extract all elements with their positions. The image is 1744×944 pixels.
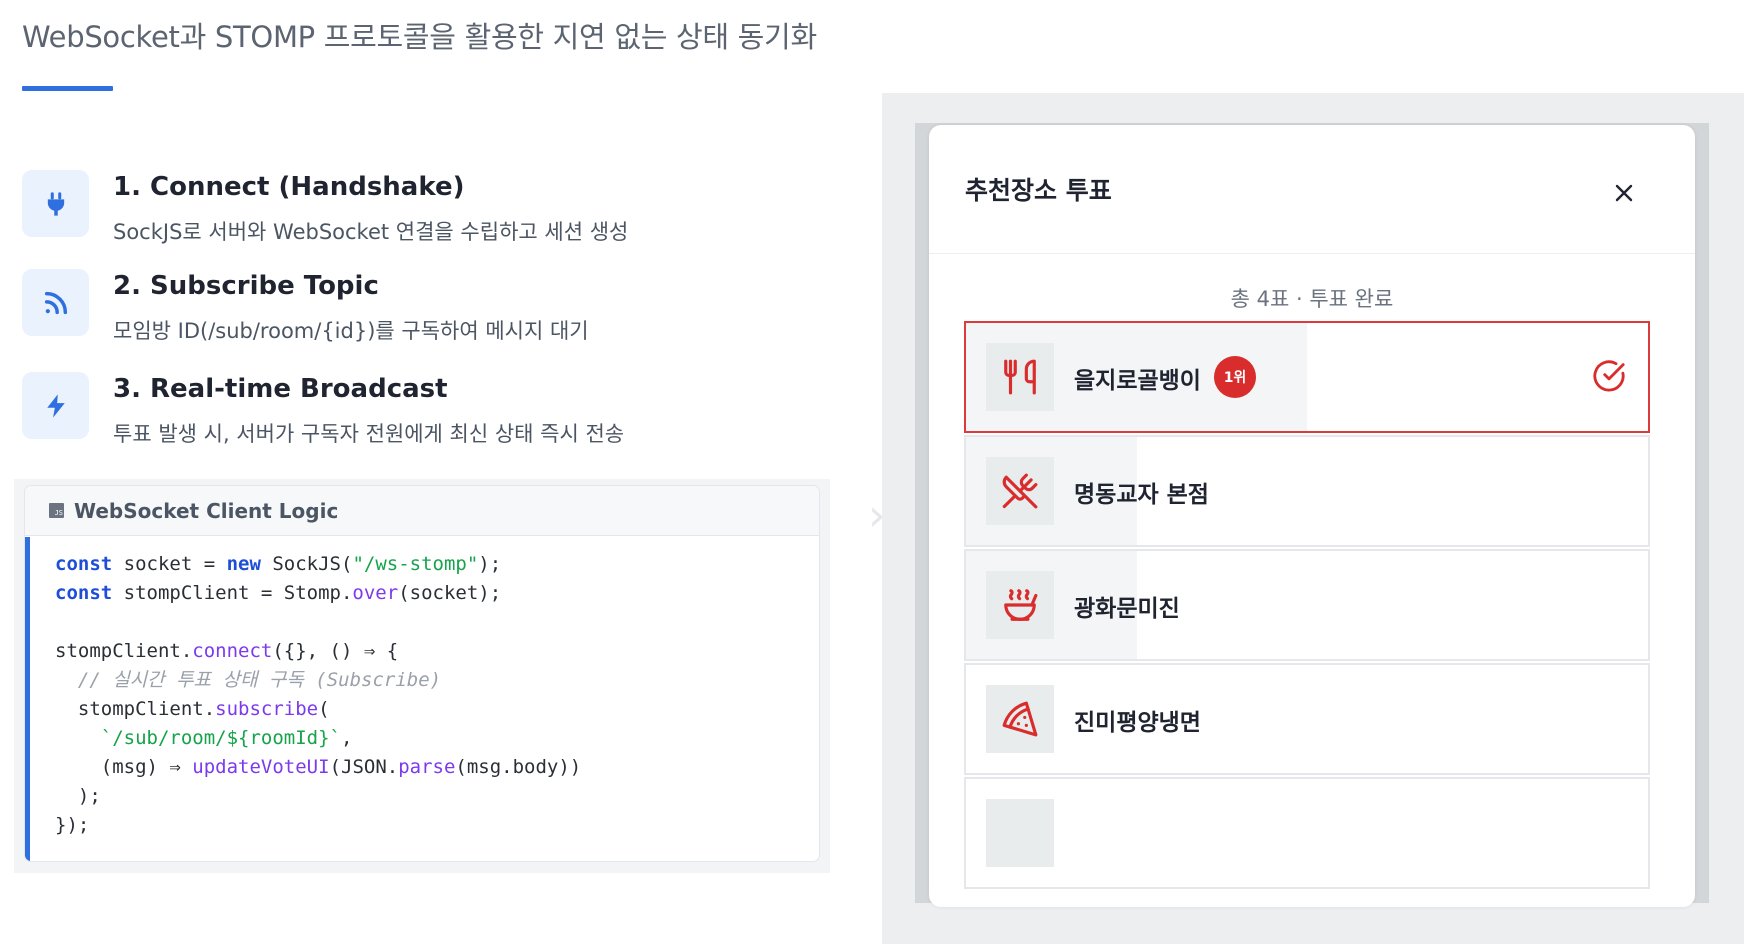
- step-title: 2. Subscribe Topic: [113, 271, 379, 301]
- rank-badge: 1위: [1214, 356, 1256, 398]
- bolt-icon: [22, 372, 89, 439]
- option-icon: [986, 799, 1054, 867]
- option-name: 진미평양냉면: [1074, 710, 1201, 736]
- preview-panel: 추천장소 투표 총 4표 · 투표 완료 을지로골뱅이 1위 명동교자 본점 광…: [882, 93, 1744, 944]
- step-connect: 1. Connect (Handshake) SockJS로 서버와 WebSo…: [22, 170, 822, 250]
- code-card: JS WebSocket Client Logic const socket =…: [24, 485, 820, 862]
- rss-icon: [22, 269, 89, 336]
- code-line: const stompClient = Stomp.over(socket);: [55, 582, 502, 604]
- code-line: );: [55, 785, 101, 807]
- vote-option[interactable]: 명동교자 본점: [964, 435, 1650, 547]
- step-description: 모임방 ID(/sub/room/{id})를 구독하여 메시지 대기: [113, 319, 589, 343]
- step-broadcast: 3. Real-time Broadcast 투표 발생 시, 서버가 구독자 …: [22, 372, 822, 452]
- code-body: const socket = new SockJS("/ws-stomp"); …: [25, 537, 819, 861]
- code-line: // 실시간 투표 상태 구독 (Subscribe): [55, 669, 442, 691]
- vote-option[interactable]: 광화문미진: [964, 549, 1650, 661]
- vote-summary: 총 4표 · 투표 완료: [1230, 287, 1394, 311]
- vote-option[interactable]: 진미평양냉면: [964, 663, 1650, 775]
- option-name: 명동교자 본점: [1074, 482, 1209, 508]
- utensils-crossed-icon: [986, 457, 1054, 525]
- close-button[interactable]: [1611, 180, 1637, 206]
- code-line: stompClient.subscribe(: [55, 698, 330, 720]
- code-line: `/sub/room/${roomId}`,: [100, 727, 353, 749]
- pizza-icon: [986, 685, 1054, 753]
- step-subscribe: 2. Subscribe Topic 모임방 ID(/sub/room/{id}…: [22, 269, 822, 349]
- code-line: const socket = new SockJS("/ws-stomp");: [55, 553, 502, 575]
- option-name: 광화문미진: [1074, 596, 1180, 622]
- soup-bowl-icon: [986, 571, 1054, 639]
- code-line: });: [55, 814, 90, 836]
- vote-option[interactable]: 을지로골뱅이 1위: [964, 321, 1650, 433]
- step-title: 1. Connect (Handshake): [113, 172, 465, 202]
- step-title: 3. Real-time Broadcast: [113, 374, 448, 404]
- vote-option[interactable]: [964, 777, 1650, 889]
- utensils-icon: [986, 343, 1054, 411]
- code-panel: JS WebSocket Client Logic const socket =…: [14, 479, 830, 873]
- modal-title: 추천장소 투표: [965, 176, 1112, 205]
- check-circle-icon: [1592, 359, 1626, 397]
- step-description: 투표 발생 시, 서버가 구독자 전원에게 최신 상태 즉시 전송: [113, 422, 625, 446]
- modal-header: 추천장소 투표: [929, 125, 1695, 254]
- option-name: 을지로골뱅이: [1074, 368, 1201, 394]
- close-icon: [1615, 184, 1633, 202]
- code-line: (msg) ⇒ updateVoteUI(JSON.parse(msg.body…: [55, 756, 582, 778]
- code-line: stompClient.connect({}, () ⇒ {: [55, 640, 399, 662]
- plug-icon: [22, 170, 89, 237]
- code-header: JS WebSocket Client Logic: [25, 486, 819, 536]
- step-description: SockJS로 서버와 WebSocket 연결을 수립하고 세션 생성: [113, 220, 629, 244]
- code-title: WebSocket Client Logic: [74, 498, 339, 523]
- vote-modal: 추천장소 투표 총 4표 · 투표 완료 을지로골뱅이 1위 명동교자 본점 광…: [929, 125, 1695, 907]
- page-title: WebSocket과 STOMP 프로토콜을 활용한 지연 없는 상태 동기화: [22, 20, 817, 54]
- device-frame: 추천장소 투표 총 4표 · 투표 완료 을지로골뱅이 1위 명동교자 본점 광…: [915, 123, 1709, 907]
- title-underline: [22, 86, 113, 91]
- js-file-icon: JS: [49, 503, 64, 518]
